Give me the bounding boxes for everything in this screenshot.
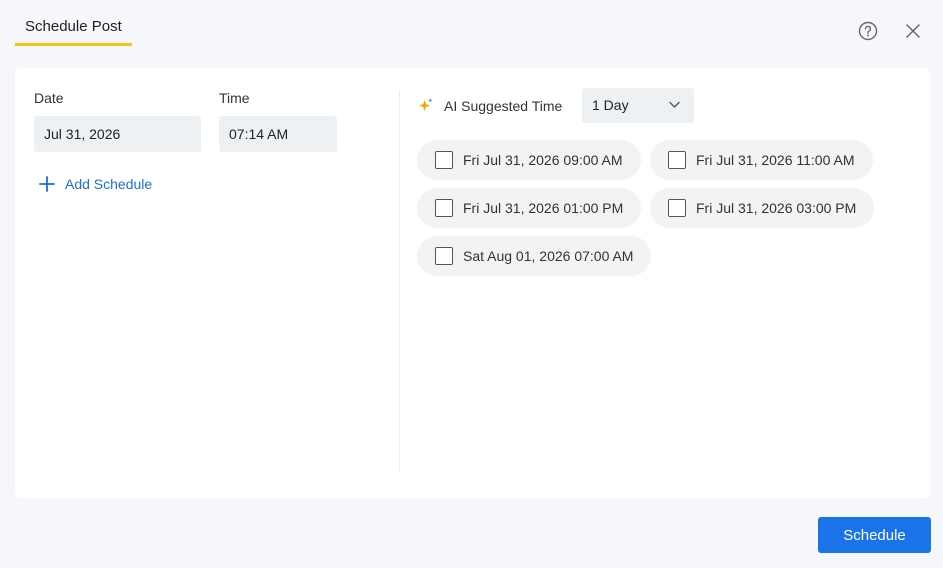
suggestion-label: Fri Jul 31, 2026 09:00 AM xyxy=(463,152,623,168)
add-schedule-label: Add Schedule xyxy=(65,176,153,192)
tab-schedule-post[interactable]: Schedule Post xyxy=(15,10,132,46)
close-icon[interactable] xyxy=(905,23,921,39)
suggestion-checkbox[interactable] xyxy=(435,199,453,217)
chevron-down-icon xyxy=(669,101,680,108)
ai-suggested-time-header: AI Suggested Time xyxy=(417,88,562,123)
suggestion-label: Fri Jul 31, 2026 01:00 PM xyxy=(463,200,624,216)
suggestion-checkbox[interactable] xyxy=(435,151,453,169)
suggestion-label: Sat Aug 01, 2026 07:00 AM xyxy=(463,248,634,264)
suggestion-label: Fri Jul 31, 2026 11:00 AM xyxy=(696,152,855,168)
date-field[interactable]: Jul 31, 2026 xyxy=(34,116,201,152)
schedule-post-dialog: Schedule Post Date Jul 31, 2026 Time 07:… xyxy=(0,0,943,568)
ai-suggested-time-label: AI Suggested Time xyxy=(444,97,563,114)
suggestion-label: Fri Jul 31, 2026 03:00 PM xyxy=(696,200,857,216)
sparkle-icon xyxy=(418,97,433,112)
suggestion-checkbox[interactable] xyxy=(435,247,453,265)
suggestion-checkbox[interactable] xyxy=(668,199,686,217)
add-schedule-button[interactable]: Add Schedule xyxy=(39,172,152,196)
suggestion-chip[interactable]: Fri Jul 31, 2026 03:00 PM xyxy=(650,188,875,228)
date-label: Date xyxy=(34,90,64,106)
schedule-card: Date Jul 31, 2026 Time 07:14 AM Add Sche… xyxy=(15,68,930,498)
suggestion-range-value: 1 Day xyxy=(592,97,629,113)
plus-icon xyxy=(39,176,55,192)
suggestion-chip[interactable]: Sat Aug 01, 2026 07:00 AM xyxy=(417,236,652,276)
suggestion-chip[interactable]: Fri Jul 31, 2026 09:00 AM xyxy=(417,140,641,180)
time-field[interactable]: 07:14 AM xyxy=(219,116,337,152)
help-icon[interactable] xyxy=(858,21,878,41)
suggestion-chip[interactable]: Fri Jul 31, 2026 01:00 PM xyxy=(417,188,642,228)
suggestion-range-dropdown[interactable]: 1 Day xyxy=(582,88,694,123)
suggestion-chip[interactable]: Fri Jul 31, 2026 11:00 AM xyxy=(650,140,873,180)
ai-suggestions-panel: AI Suggested Time 1 Day Fri Jul 31, 2026… xyxy=(400,68,930,498)
time-label: Time xyxy=(219,90,250,106)
schedule-button[interactable]: Schedule xyxy=(818,517,931,553)
manual-schedule-panel: Date Jul 31, 2026 Time 07:14 AM Add Sche… xyxy=(15,68,399,498)
suggestion-checkbox[interactable] xyxy=(668,151,686,169)
